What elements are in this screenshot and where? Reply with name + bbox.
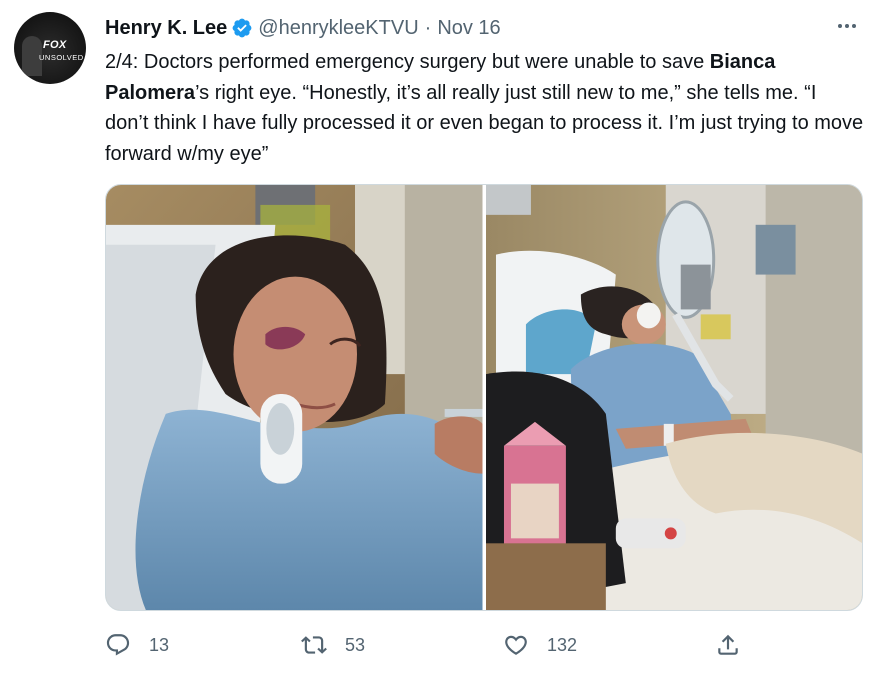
retweet-button[interactable]: 53 <box>301 628 365 662</box>
tweet-text: 2/4: Doctors performed emergency surgery… <box>105 51 864 165</box>
tweet-date[interactable]: Nov 16 <box>437 17 500 40</box>
tweet-actions: 13 53 132 <box>105 628 765 662</box>
share-icon <box>718 634 738 655</box>
retweet-count: 53 <box>345 634 366 655</box>
avatar[interactable]: FOX UNSOLVED <box>14 12 86 84</box>
author-handle[interactable]: @henrykleeKTVU <box>258 17 418 40</box>
like-count: 132 <box>547 634 578 655</box>
photo-patient-hospital-bed[interactable] <box>485 185 862 610</box>
heart-icon <box>505 635 527 655</box>
more-options-icon[interactable] <box>835 14 859 38</box>
avatar-logo-text: FOX <box>43 39 67 51</box>
share-button[interactable] <box>715 628 759 662</box>
header-separator: · <box>424 16 432 39</box>
media-grid <box>105 184 863 611</box>
tweet: FOX UNSOLVED Henry K. Lee @henrykleeKTVU… <box>0 0 885 673</box>
reply-icon <box>106 634 130 656</box>
author-name[interactable]: Henry K. Lee <box>105 17 227 40</box>
reply-button[interactable]: 13 <box>105 628 169 662</box>
photo-patient-closeup[interactable] <box>106 185 483 610</box>
like-button[interactable]: 132 <box>503 628 577 662</box>
verified-badge-icon <box>231 17 253 39</box>
avatar-subtitle-text: UNSOLVED <box>39 53 84 62</box>
retweet-icon <box>301 636 327 654</box>
reply-count: 13 <box>149 634 170 655</box>
tweet-header: Henry K. Lee @henrykleeKTVU · Nov 16 <box>105 14 501 42</box>
